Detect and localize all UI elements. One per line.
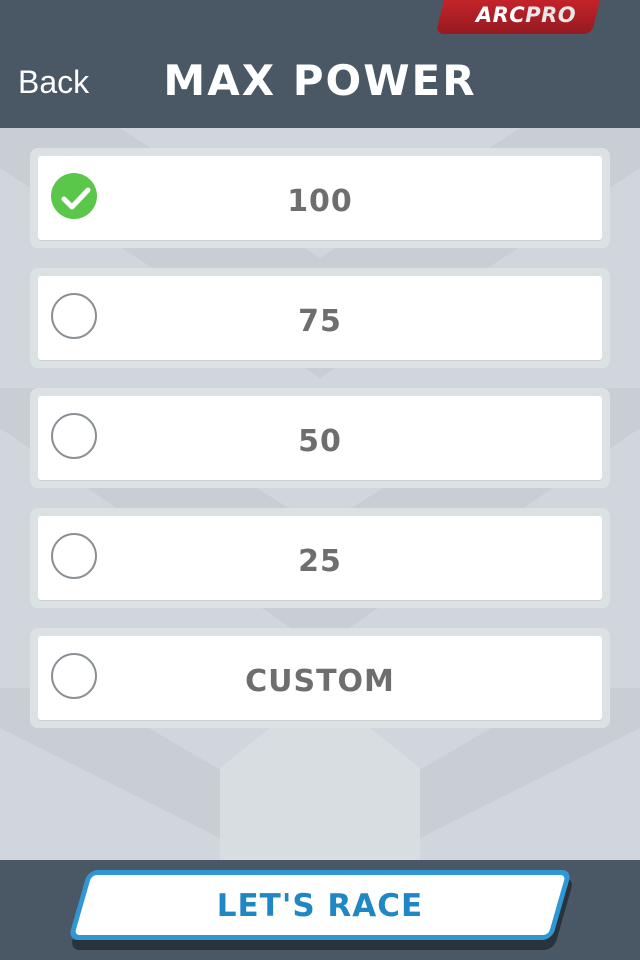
header-bar: ARCPRO Back MAX POWER — [0, 0, 640, 128]
power-options-list: 100 75 50 25 CUSTOM — [30, 148, 610, 748]
option-label: 100 — [287, 184, 353, 219]
option-100[interactable]: 100 — [30, 148, 610, 248]
option-50[interactable]: 50 — [30, 388, 610, 488]
option-card-body: 25 — [38, 516, 602, 600]
option-card-body: CUSTOM — [38, 636, 602, 720]
option-card-body: 75 — [38, 276, 602, 360]
option-label: 50 — [298, 424, 342, 459]
lets-race-button[interactable] — [67, 870, 573, 940]
page-title: MAX POWER — [163, 56, 477, 105]
option-card-body: 50 — [38, 396, 602, 480]
option-75[interactable]: 75 — [30, 268, 610, 368]
brand-logo-part1: ARC — [475, 3, 526, 27]
option-25[interactable]: 25 — [30, 508, 610, 608]
option-custom[interactable]: CUSTOM — [30, 628, 610, 728]
option-label: 25 — [298, 544, 342, 579]
brand-logo-part2: PRO — [525, 3, 577, 27]
option-label: 75 — [298, 304, 342, 339]
brand-logo-text: ARCPRO — [458, 3, 594, 27]
option-card-body: 100 — [38, 156, 602, 240]
option-label: CUSTOM — [245, 664, 395, 699]
